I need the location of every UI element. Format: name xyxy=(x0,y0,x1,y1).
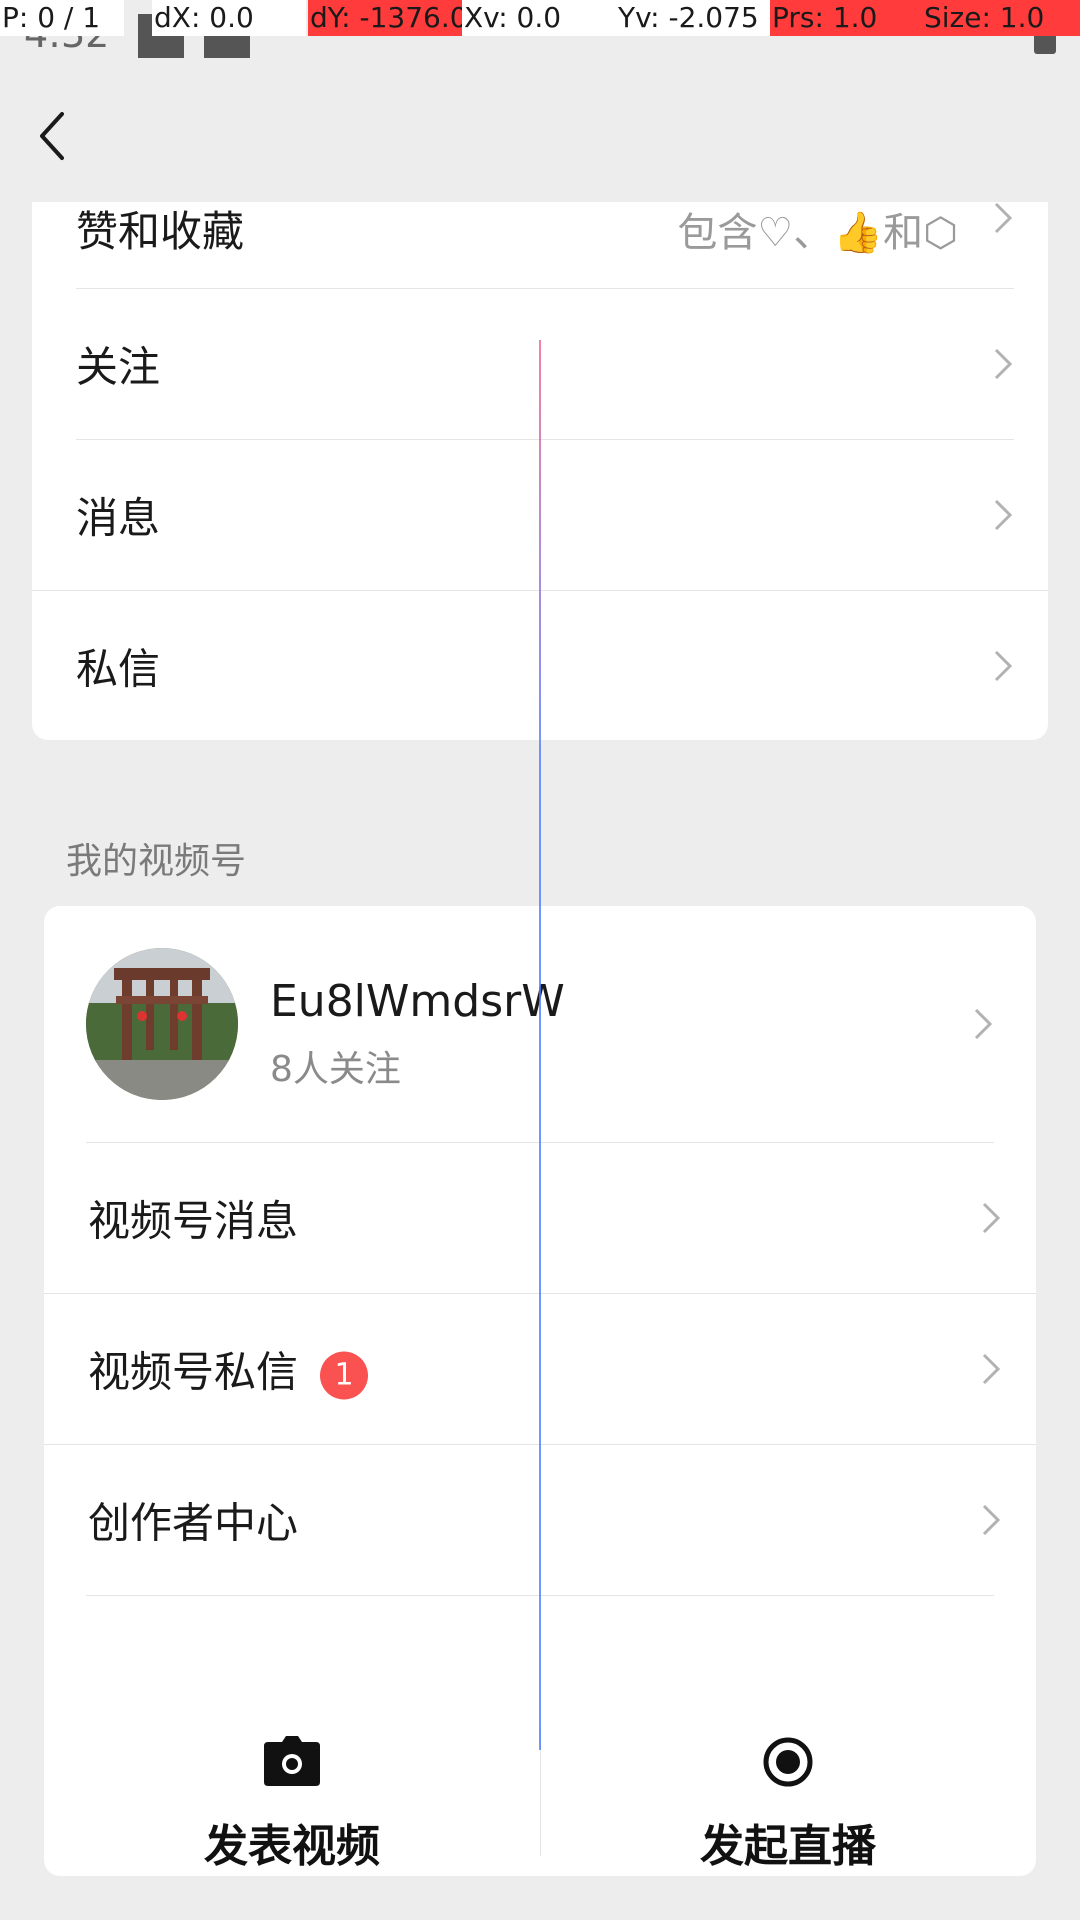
row-hint: 包含♡、👍和⬡ xyxy=(677,210,958,256)
channel-name: Eu8lWmdsrW xyxy=(270,976,565,1027)
post-video-label: 发表视频 xyxy=(204,1821,380,1872)
likes-and-favorites-row[interactable]: 赞和收藏 包含♡、👍和⬡ xyxy=(32,202,1048,288)
row-label: 视频号消息 xyxy=(88,1196,299,1246)
pointer-trace-line xyxy=(539,340,541,1750)
pointer-debug-overlay: P: 0 / 1 dX: 0.0 dY: -1376.0 Xv: 0.0 Yv:… xyxy=(0,0,1080,36)
debug-dy: dY: -1376.0 xyxy=(308,0,468,36)
debug-prs: Prs: 1.0 xyxy=(770,0,922,36)
chevron-right-icon xyxy=(994,499,1013,531)
chevron-right-icon xyxy=(994,650,1013,682)
debug-yv: Yv: -2.075 xyxy=(616,0,770,36)
avatar xyxy=(86,948,238,1100)
chevron-right-icon xyxy=(974,1008,993,1040)
row-label-text: 视频号私信 xyxy=(88,1347,299,1397)
post-video-button[interactable]: 发表视频 xyxy=(44,1706,540,1876)
chevron-right-icon xyxy=(994,202,1013,234)
start-live-button[interactable]: 发起直播 xyxy=(540,1706,1036,1876)
chevron-right-icon xyxy=(982,1202,1001,1234)
avatar-image xyxy=(86,948,238,1100)
row-label: 私信 xyxy=(76,644,161,694)
row-label: 赞和收藏 xyxy=(76,207,245,256)
camera-icon xyxy=(264,1736,320,1786)
chevron-left-icon xyxy=(40,112,64,160)
start-live-label: 发起直播 xyxy=(700,1821,876,1872)
debug-dx: dX: 0.0 xyxy=(152,0,306,36)
debug-size: Size: 1.0 xyxy=(922,0,1080,36)
unread-badge: 1 xyxy=(320,1351,369,1399)
row-label: 关注 xyxy=(76,342,161,392)
row-label: 创作者中心 xyxy=(88,1498,299,1548)
row-label: 消息 xyxy=(76,493,161,543)
debug-p: P: 0 / 1 xyxy=(0,0,124,36)
section-title: 我的视频号 xyxy=(66,841,247,882)
chevron-right-icon xyxy=(982,1504,1001,1536)
back-button[interactable] xyxy=(30,106,76,166)
chevron-right-icon xyxy=(982,1353,1001,1385)
live-icon xyxy=(763,1737,813,1787)
row-label: 视频号私信 1 xyxy=(88,1339,369,1400)
chevron-right-icon xyxy=(994,348,1013,380)
debug-xv: Xv: 0.0 xyxy=(462,0,616,36)
channel-followers: 8人关注 xyxy=(270,1049,401,1090)
